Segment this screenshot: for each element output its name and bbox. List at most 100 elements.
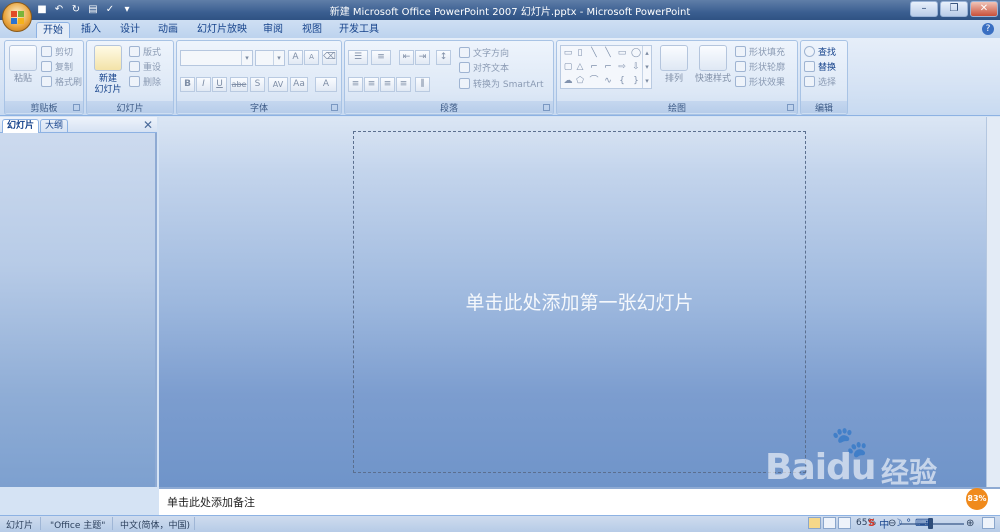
tab-outline-pane[interactable]: 大纲	[40, 119, 69, 133]
increase-indent-icon[interactable]: ⇥	[415, 50, 430, 65]
reset-button[interactable]: 重设	[129, 60, 161, 73]
shapes-gallery[interactable]: ▭ ▯ ╲ ╲ ▭ ◯ ▢ △ ⌐ ⌐ ⇨ ⇩ ☁ ⬠ ⌒ ∿ { } ▴ ▾ ▾	[560, 45, 652, 89]
shape-fill-button[interactable]: 形状填充	[735, 45, 785, 58]
normal-view-icon[interactable]	[808, 517, 821, 529]
redo-icon[interactable]: ↻	[70, 4, 82, 16]
copy-button[interactable]: 复制	[41, 60, 73, 73]
sogou-icon[interactable]: S	[868, 518, 875, 529]
tab-developer[interactable]: 开发工具	[336, 22, 382, 38]
slideshow-view-icon[interactable]	[838, 517, 851, 529]
save-icon[interactable]: ■	[36, 4, 48, 16]
pentagon-shape-icon[interactable]: ⬠	[575, 76, 585, 86]
status-language[interactable]: 中文(简体，中国)	[120, 518, 190, 531]
cut-button[interactable]: 剪切	[41, 45, 73, 58]
align-right-icon[interactable]: ≡	[380, 77, 395, 92]
paste-button[interactable]: 粘贴	[8, 45, 38, 85]
elbow-shape-icon[interactable]: ⌐	[603, 62, 613, 72]
help-icon[interactable]: ?	[982, 23, 994, 35]
justify-icon[interactable]: ≡	[396, 77, 411, 92]
align-center-icon[interactable]: ≡	[364, 77, 379, 92]
font-launcher-icon[interactable]	[331, 104, 338, 111]
tab-animations[interactable]: 动画	[153, 22, 183, 38]
curve-shape-icon[interactable]: ⌒	[589, 76, 599, 86]
brace-left-shape-icon[interactable]: {	[617, 76, 627, 86]
close-button[interactable]: ✕	[970, 1, 998, 17]
font-name-combo[interactable]: ▾	[180, 50, 253, 66]
tab-review[interactable]: 审阅	[258, 22, 288, 38]
slide-placeholder[interactable]: 单击此处添加第一张幻灯片	[353, 288, 806, 315]
cloud-shape-icon[interactable]: ☁	[563, 76, 573, 86]
char-spacing-button[interactable]: AV	[268, 77, 288, 92]
tab-insert[interactable]: 插入	[76, 22, 106, 38]
underline-button[interactable]: U	[212, 77, 227, 92]
convert-smartart-button[interactable]: 转换为 SmartArt	[459, 77, 543, 90]
bullets-icon[interactable]: ☰	[348, 50, 368, 65]
tab-view[interactable]: 视图	[297, 22, 327, 38]
line-shape-icon[interactable]: ╲	[589, 48, 599, 58]
tab-slideshow[interactable]: 幻灯片放映	[192, 22, 252, 38]
oval-shape-icon[interactable]: ◯	[631, 48, 641, 58]
shapes-more-icon[interactable]: ▴ ▾ ▾	[642, 46, 651, 88]
customize-icon[interactable]: ▾	[121, 4, 133, 16]
line-spacing-icon[interactable]: ↕	[436, 50, 451, 65]
text-direction-button[interactable]: 文字方向	[459, 46, 509, 59]
find-button[interactable]: 查找	[804, 45, 836, 58]
rounded-rect-shape-icon[interactable]: ▢	[563, 62, 573, 72]
new-slide-button[interactable]: 新建 幻灯片	[90, 45, 126, 96]
tab-home[interactable]: 开始	[36, 22, 70, 38]
close-icon[interactable]: ✕	[143, 118, 153, 132]
textbox-shape-icon[interactable]: ▭	[563, 48, 573, 58]
arrow-down-shape-icon[interactable]: ⇩	[631, 62, 641, 72]
font-color-button[interactable]: A	[315, 77, 337, 92]
minimize-button[interactable]: –	[910, 1, 938, 17]
columns-icon[interactable]: ⫼	[415, 77, 430, 92]
clear-format-icon[interactable]: ⌫	[322, 50, 337, 65]
keyboard-icon[interactable]: ⌨	[915, 518, 929, 529]
tab-slides-pane[interactable]: 幻灯片	[2, 119, 40, 133]
print-preview-icon[interactable]: ▤	[87, 4, 99, 16]
ime-mode[interactable]: 中	[879, 516, 889, 531]
notes-placeholder[interactable]: 单击此处添加备注	[167, 494, 255, 510]
moon-icon[interactable]: ☽	[893, 518, 902, 529]
arrange-button[interactable]: 排列	[657, 45, 691, 85]
slide-sorter-icon[interactable]	[823, 517, 836, 529]
vertical-textbox-icon[interactable]: ▯	[575, 48, 585, 58]
punct-icon[interactable]: °	[906, 518, 911, 529]
shape-effects-button[interactable]: 形状效果	[735, 75, 785, 88]
layout-button[interactable]: 版式	[129, 45, 161, 58]
align-left-icon[interactable]: ≡	[348, 77, 363, 92]
decrease-indent-icon[interactable]: ⇤	[399, 50, 414, 65]
replace-button[interactable]: 替换	[804, 60, 836, 73]
font-size-combo[interactable]: ▾	[255, 50, 285, 66]
change-case-button[interactable]: Aa	[290, 77, 308, 92]
quick-styles-button[interactable]: 快速样式	[693, 45, 733, 85]
format-painter-button[interactable]: 格式刷	[41, 75, 82, 88]
notes-pane[interactable]	[159, 487, 1000, 515]
numbering-icon[interactable]: ≡	[371, 50, 391, 65]
shrink-font-button[interactable]: A	[304, 50, 319, 65]
align-text-button[interactable]: 对齐文本	[459, 61, 509, 74]
connector-shape-icon[interactable]: ⌐	[589, 62, 599, 72]
spelling-icon[interactable]: ✓	[104, 4, 116, 16]
maximize-button[interactable]: ❐	[940, 1, 968, 17]
shape-outline-button[interactable]: 形状轮廓	[735, 60, 785, 73]
line2-shape-icon[interactable]: ╲	[603, 48, 613, 58]
tab-design[interactable]: 设计	[115, 22, 145, 38]
paragraph-launcher-icon[interactable]	[543, 104, 550, 111]
undo-icon[interactable]: ↶	[53, 4, 65, 16]
italic-button[interactable]: I	[196, 77, 211, 92]
freeform-shape-icon[interactable]: ∿	[603, 76, 613, 86]
shadow-button[interactable]: S	[250, 77, 265, 92]
drawing-launcher-icon[interactable]	[787, 104, 794, 111]
brace-right-shape-icon[interactable]: }	[631, 76, 641, 86]
status-theme[interactable]: "Office 主题"	[50, 518, 105, 531]
strikethrough-button[interactable]: abe	[230, 77, 248, 92]
bold-button[interactable]: B	[180, 77, 195, 92]
select-button[interactable]: 选择	[804, 75, 836, 88]
office-button[interactable]	[2, 2, 32, 32]
vertical-scrollbar[interactable]	[986, 117, 1000, 487]
triangle-shape-icon[interactable]: △	[575, 62, 585, 72]
grow-font-button[interactable]: A	[288, 50, 303, 65]
rectangle-shape-icon[interactable]: ▭	[617, 48, 627, 58]
delete-slide-button[interactable]: 删除	[129, 75, 161, 88]
